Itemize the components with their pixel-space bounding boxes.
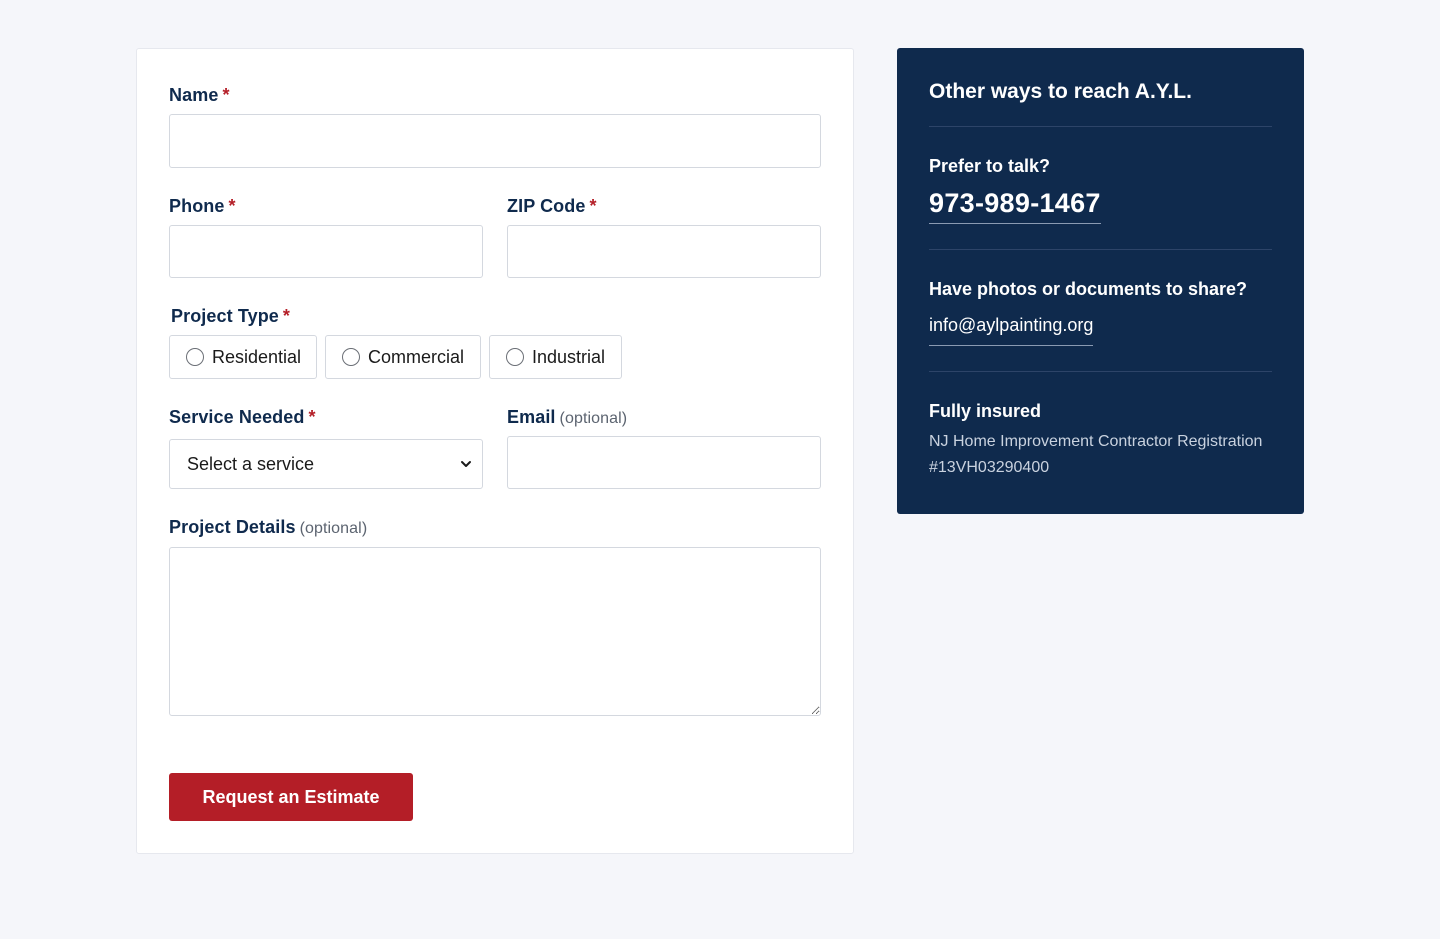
service-label: Service Needed * xyxy=(169,407,316,427)
radio-residential[interactable]: Residential xyxy=(169,335,317,379)
radio-circle-icon[interactable] xyxy=(506,348,524,366)
radio-circle-icon[interactable] xyxy=(342,348,360,366)
details-label-row: Project Details (optional) xyxy=(169,517,367,538)
required-mark: * xyxy=(222,85,230,105)
divider xyxy=(929,126,1272,127)
required-mark: * xyxy=(589,196,597,216)
email-label: Email (optional) xyxy=(507,407,628,427)
request-estimate-button[interactable]: Request an Estimate xyxy=(169,773,413,821)
service-label-row: Service Needed * xyxy=(169,407,316,428)
phone-link-wrap: 973-989-1467 xyxy=(929,188,1101,224)
service-select[interactable]: Select a service xyxy=(169,439,483,489)
radio-industrial[interactable]: Industrial xyxy=(489,335,622,379)
name-label-row: Name * xyxy=(169,85,230,106)
project-type-label-row: Project Type * xyxy=(171,306,290,327)
radio-circle-icon[interactable] xyxy=(186,348,204,366)
email-input[interactable] xyxy=(507,436,821,489)
registration-line: NJ Home Improvement Contractor Registrat… xyxy=(929,433,1263,450)
email-link-wrap: info@aylpainting.org xyxy=(929,315,1094,346)
registration-text: NJ Home Improvement Contractor Registrat… xyxy=(929,429,1279,481)
details-label: Project Details (optional) xyxy=(169,517,368,537)
email-label-row: Email (optional) xyxy=(507,407,627,428)
share-heading: Have photos or documents to share? xyxy=(929,279,1248,299)
zip-label: ZIP Code * xyxy=(507,196,597,216)
optional-note: (optional) xyxy=(299,520,368,537)
chevron-down-icon xyxy=(461,461,471,467)
optional-note: (optional) xyxy=(559,410,628,427)
contact-sidebar: Other ways to reach A.Y.L. Prefer to tal… xyxy=(897,48,1304,514)
zip-input[interactable] xyxy=(507,225,821,278)
required-mark: * xyxy=(308,407,316,427)
phone-input[interactable] xyxy=(169,225,483,278)
name-label: Name * xyxy=(169,85,230,105)
radio-commercial[interactable]: Commercial xyxy=(325,335,481,379)
phone-link[interactable]: 973-989-1467 xyxy=(929,188,1101,224)
phone-label: Phone * xyxy=(169,196,236,216)
divider xyxy=(929,371,1272,372)
project-type-label: Project Type * xyxy=(171,306,291,326)
name-input[interactable] xyxy=(169,114,821,168)
sidebar-title: Other ways to reach A.Y.L. xyxy=(929,80,1192,103)
required-mark: * xyxy=(228,196,236,216)
zip-label-row: ZIP Code * xyxy=(507,196,597,217)
email-link[interactable]: info@aylpainting.org xyxy=(929,315,1094,346)
registration-number: #13VH03290400 xyxy=(929,459,1050,476)
radio-label: Residential xyxy=(212,346,302,367)
details-textarea[interactable] xyxy=(169,547,821,716)
radio-label: Industrial xyxy=(532,346,606,367)
insured-heading: Fully insured xyxy=(929,401,1042,421)
required-mark: * xyxy=(282,306,291,326)
talk-heading: Prefer to talk? xyxy=(929,156,1051,176)
estimate-form: Name * Phone * ZIP Code * Project Type * Res… xyxy=(136,48,854,854)
phone-label-row: Phone * xyxy=(169,196,236,217)
divider xyxy=(929,249,1272,250)
radio-label: Commercial xyxy=(368,346,465,367)
service-select-value: Select a service xyxy=(187,453,315,474)
